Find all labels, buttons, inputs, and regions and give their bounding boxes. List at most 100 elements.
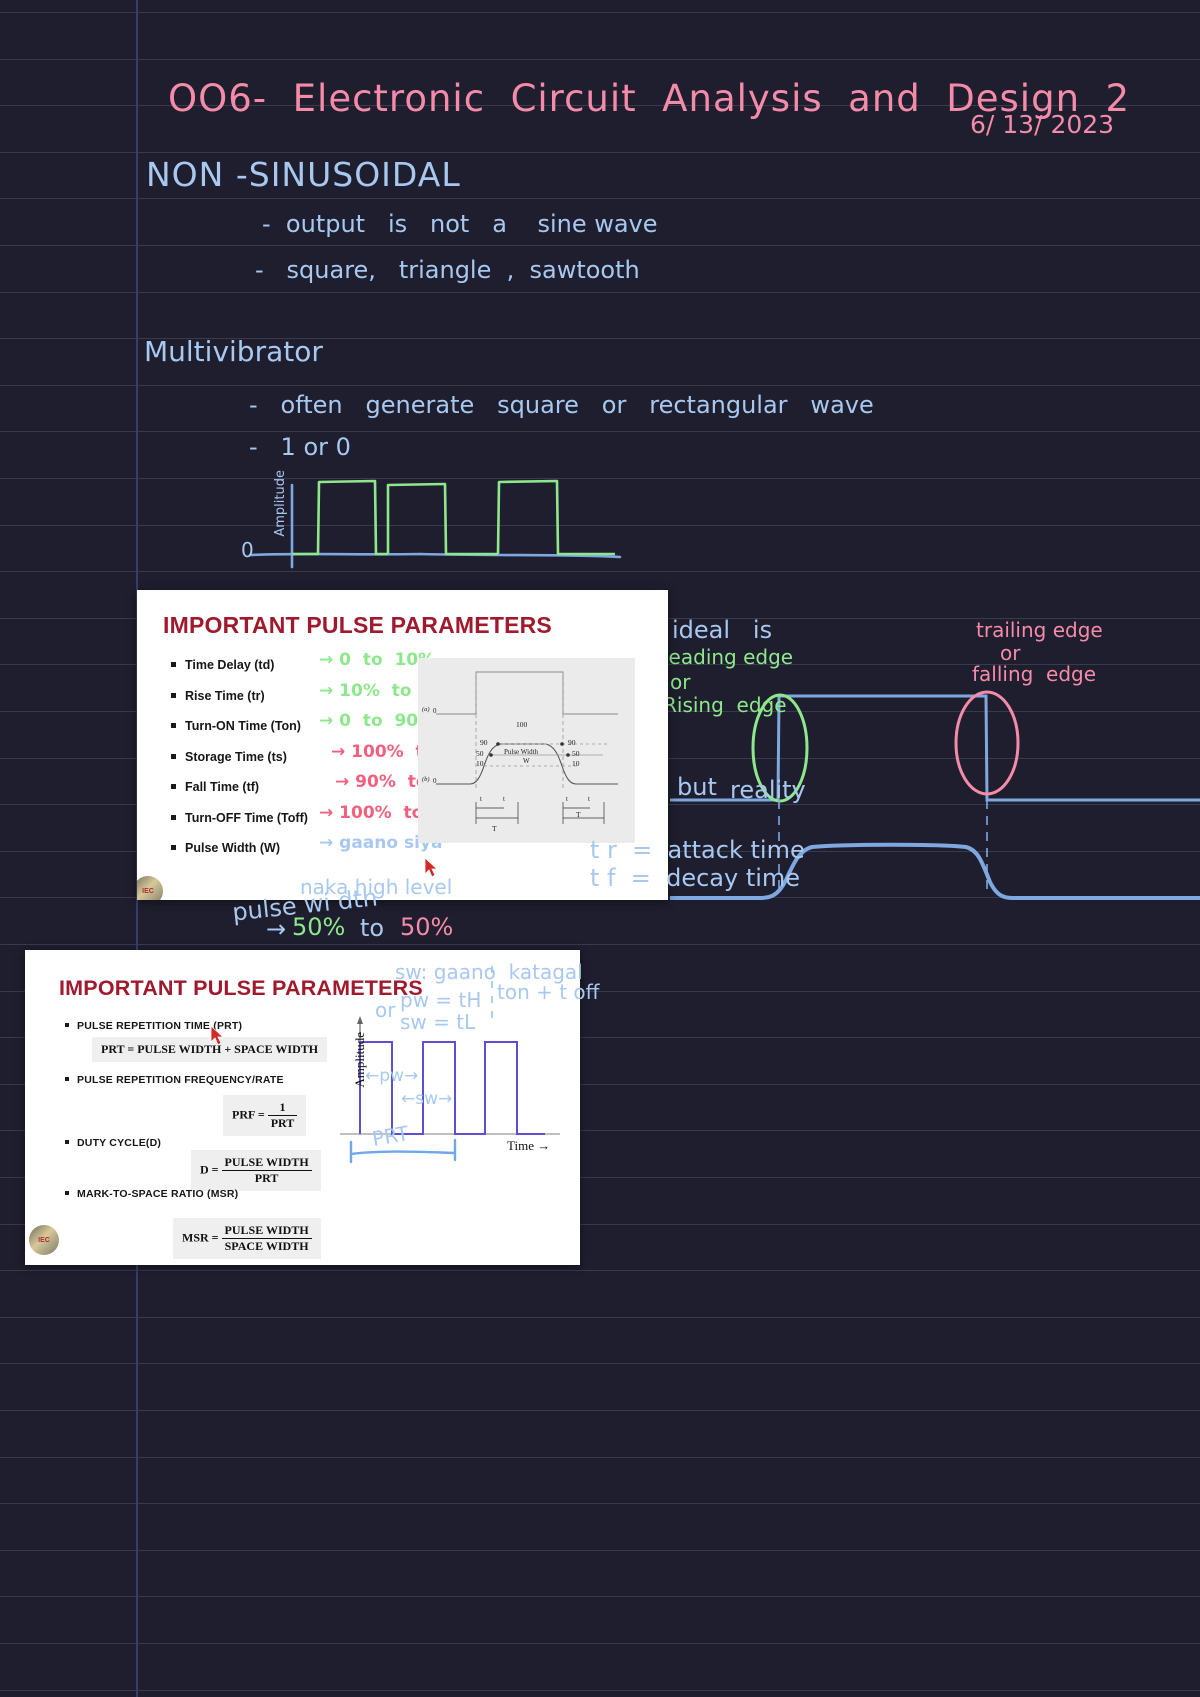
fig-ts: t <box>566 795 568 803</box>
rule-line <box>0 1456 1200 1458</box>
logo-text-2: IEC <box>38 1236 50 1244</box>
note-tr-definition: t r = attack time <box>590 836 805 864</box>
annotation-reality: reality <box>730 776 806 804</box>
fig-90-right: 90 <box>568 738 576 747</box>
section-heading-multivibrator: Multivibrator <box>144 335 323 368</box>
fig-tr: t <box>503 795 505 803</box>
amplitude-axis-label: Amplitude <box>273 470 288 537</box>
rule-line <box>0 291 1200 293</box>
rule-line <box>0 198 1200 200</box>
slide1-logo: IEC <box>137 876 163 900</box>
section-heading-non-sinusoidal: NON -SINUSOIDAL <box>146 155 461 194</box>
slide2-bullet-msr: MARK-TO-SPACE RATIO (MSR) <box>64 1188 239 1200</box>
rule-line <box>0 1596 1200 1598</box>
logo-text: IEC <box>142 887 154 895</box>
slide2-logo: IEC <box>29 1225 59 1255</box>
fig-ton: T <box>492 824 497 833</box>
formula-msr-lhs: MSR = <box>182 1230 219 1245</box>
fig-10-left: 10 <box>476 759 484 768</box>
formula-d-fraction: PULSE WIDTH PRT <box>221 1155 312 1186</box>
note-sw-arrow: ←sw→ <box>401 1089 453 1109</box>
cursor-pointer-2 <box>210 1025 225 1046</box>
slide2-bullet-prf: PULSE REPETITION FREQUENCY/RATE <box>65 1074 284 1086</box>
rule-line <box>0 944 1200 945</box>
fig-90-left: 90 <box>480 738 488 747</box>
note-50-percent-end: 50% <box>400 913 454 941</box>
fig-50-left: 50 <box>476 749 484 758</box>
slide1-bullet-2: Turn-ON Time (Ton) → 0 to 90% <box>169 713 459 733</box>
note-prt-label: PRT <box>370 1120 411 1152</box>
note-ton-toff: ton + t off <box>497 980 600 1004</box>
note-bullet-1: - output is not a sine wave <box>262 210 658 238</box>
fig-zero-a: 0 <box>433 707 437 715</box>
formula-msr-denominator: SPACE WIDTH <box>224 1239 309 1253</box>
note-sw-equals: sw = tL <box>400 1010 476 1034</box>
formula-msr: MSR = PULSE WIDTH SPACE WIDTH <box>173 1218 321 1259</box>
formula-d-lhs: D = <box>200 1162 219 1177</box>
fig-hundred: 100 <box>516 720 528 729</box>
annotation-or-2: or <box>1000 641 1021 665</box>
rule-line <box>0 1689 1200 1691</box>
slide1-bullet-4: Fall Time (tf) → 90% to 10% <box>169 774 480 794</box>
fig-toff: T <box>576 810 581 819</box>
rule-line <box>0 1643 1200 1644</box>
rule-line <box>0 12 1200 13</box>
notebook-page: OO6- Electronic Circuit Analysis and Des… <box>0 0 1200 1697</box>
note-bullet-3: - often generate square or rectangular w… <box>249 391 874 419</box>
rule-line <box>0 1549 1200 1551</box>
note-pw-arrow: ←pw→ <box>365 1066 419 1086</box>
fig-50-right: 50 <box>572 749 580 758</box>
slide1-bullet-3: Storage Time (ts) → 100% to 90% <box>169 743 488 764</box>
slide1-bullet-0: Time Delay (td) → 0 to 10% <box>169 652 459 672</box>
slide-important-pulse-parameters-1[interactable]: IMPORTANT PULSE PARAMETERS Time Delay (t… <box>137 590 668 900</box>
rule-line <box>0 1270 1200 1272</box>
note-pw-equals: pw = tH <box>400 988 482 1012</box>
slide2-bullet-duty-cycle: DUTY CYCLE(D) <box>64 1137 162 1149</box>
annotation-but: but <box>677 773 717 801</box>
formula-prf: PRF = 1 PRT <box>223 1095 307 1136</box>
rule-line <box>0 431 1200 433</box>
slide1-title: IMPORTANT PULSE PARAMETERS <box>163 612 552 638</box>
formula-msr-fraction: PULSE WIDTH SPACE WIDTH <box>221 1223 312 1254</box>
fig-10-right: 10 <box>572 759 580 768</box>
slide1-bullet-1: Rise Time (tr) → 10% to 90% <box>169 682 464 703</box>
slide2-title: IMPORTANT PULSE PARAMETERS <box>59 976 423 1000</box>
note-to: to <box>360 914 385 942</box>
annotation-or-1: or <box>670 670 691 694</box>
formula-duty-cycle: D = PULSE WIDTH PRT <box>191 1150 321 1191</box>
rule-line <box>0 1410 1200 1411</box>
note-or-slide2: or <box>375 998 396 1022</box>
fig-tf: t <box>588 795 590 803</box>
rule-line <box>0 1363 1200 1365</box>
square-wave-sketch <box>248 479 622 569</box>
note-arrow-50: → <box>266 915 287 943</box>
page-date: 6/ 13/ 2023 <box>970 110 1115 139</box>
rule-line <box>0 245 1200 246</box>
annotation-falling-edge: falling edge <box>972 662 1097 686</box>
fig-pulse-width: Pulse Width <box>504 748 539 756</box>
cursor-pointer-1 <box>424 857 439 878</box>
slide1-bullet-6: Pulse Width (W) → gaano siya <box>169 835 459 855</box>
slide1-figure: (a) 0 (b) 0 100 90 50 10 90 50 10 Pulse … <box>418 658 635 843</box>
fig-zero-b: 0 <box>433 777 437 785</box>
rule-line <box>0 151 1200 153</box>
formula-msr-numerator: PULSE WIDTH <box>221 1223 312 1239</box>
note-50-percent-start: 50% <box>292 913 346 941</box>
note-bullet-2: - square, triangle , sawtooth <box>255 256 640 284</box>
fig-pulse-width-symbol: W <box>523 757 530 765</box>
annotation-rising-edge: Rising edge <box>663 693 787 717</box>
rule-line <box>0 1316 1200 1318</box>
zero-axis-label: 0 <box>241 538 254 562</box>
fig-label-b: (b) <box>422 776 430 783</box>
formula-d-numerator: PULSE WIDTH <box>221 1155 312 1171</box>
formula-d-denominator: PRT <box>254 1171 279 1185</box>
note-divider-dashed <box>491 966 493 1024</box>
formula-prf-lhs: PRF = <box>232 1107 265 1122</box>
annotation-ideal: ideal is <box>672 616 773 644</box>
annotation-trailing-edge: trailing edge <box>976 618 1103 642</box>
rule-line <box>0 1503 1200 1505</box>
formula-prf-denominator: PRT <box>270 1116 295 1130</box>
formula-prf-fraction: 1 PRT <box>267 1100 298 1131</box>
slide1-bullet-list: Time Delay (td) → 0 to 10% Rise Time (tr) →… <box>169 652 488 872</box>
rule-line <box>0 571 1200 573</box>
